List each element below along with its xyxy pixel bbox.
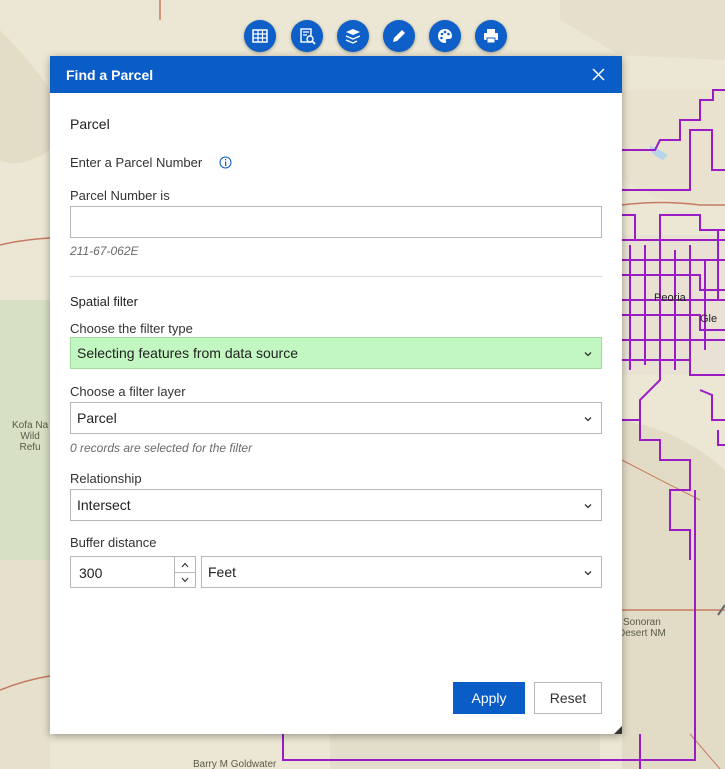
panel-header: Find a Parcel	[50, 56, 622, 93]
map-label-peoria: Peoria	[654, 292, 686, 304]
relationship-label: Relationship	[70, 471, 142, 486]
relationship-select[interactable]: Intersect	[70, 489, 602, 521]
draw-icon	[393, 30, 405, 42]
increment-button[interactable]	[174, 557, 195, 573]
buffer-distance-value: 300	[79, 565, 103, 581]
parcel-number-hint: 211-67-062E	[70, 244, 139, 258]
filter-type-value: Selecting features from data source	[77, 345, 299, 361]
panel-title: Find a Parcel	[66, 66, 154, 83]
basemap-gallery-button[interactable]	[429, 20, 461, 52]
buffer-unit-select[interactable]: Feet	[201, 556, 602, 588]
resize-handle-icon[interactable]	[614, 726, 622, 734]
records-selected-hint: 0 records are selected for the filter	[70, 441, 253, 455]
chevron-up-icon	[181, 562, 189, 567]
find-parcel-panel: Find a Parcel Parcel Enter a Parcel Numb…	[50, 56, 622, 734]
map-label-kofa: Kofa Na Wild Refu	[12, 420, 49, 453]
spatial-filter-title: Spatial filter	[70, 294, 138, 309]
map-label-sonoran: Sonoran Desert NM	[618, 617, 666, 639]
query-icon	[300, 28, 316, 45]
draw-button[interactable]	[383, 20, 415, 52]
layer-list-icon	[345, 29, 361, 44]
info-icon[interactable]	[219, 156, 232, 169]
apply-button[interactable]: Apply	[453, 682, 525, 714]
filter-layer-label: Choose a filter layer	[70, 384, 186, 399]
chevron-down-icon	[584, 417, 592, 422]
filter-layer-value: Parcel	[77, 410, 117, 426]
filter-layer-select[interactable]: Parcel	[70, 402, 602, 434]
table-icon	[252, 29, 268, 43]
parcel-number-label: Parcel Number is	[70, 188, 170, 203]
map-label-glendale: Gle	[700, 313, 718, 325]
map-label-barry-goldwater: Barry M Goldwater	[193, 759, 277, 769]
buffer-distance-input[interactable]: 300	[70, 556, 196, 588]
chevron-down-icon	[584, 352, 592, 357]
section-divider	[70, 276, 602, 277]
basemap-gallery-icon	[438, 29, 452, 43]
close-icon[interactable]	[591, 67, 606, 82]
table-button[interactable]	[244, 20, 276, 52]
buffer-distance-label: Buffer distance	[70, 535, 157, 550]
reset-button[interactable]: Reset	[534, 682, 602, 714]
chevron-down-icon	[584, 504, 592, 509]
chevron-down-icon	[584, 571, 592, 576]
print-icon	[484, 29, 498, 44]
parcel-number-input[interactable]	[70, 206, 602, 238]
query-button[interactable]	[291, 20, 323, 52]
filter-type-select[interactable]: Selecting features from data source	[70, 337, 602, 369]
parcel-section-title: Parcel	[70, 116, 110, 132]
relationship-value: Intersect	[77, 497, 131, 513]
enter-parcel-label: Enter a Parcel Number	[70, 155, 203, 170]
layer-list-button[interactable]	[337, 20, 369, 52]
chevron-down-icon	[181, 577, 189, 582]
buffer-unit-value: Feet	[208, 564, 237, 580]
decrement-button[interactable]	[174, 572, 195, 587]
print-button[interactable]	[475, 20, 507, 52]
filter-type-label: Choose the filter type	[70, 321, 193, 336]
